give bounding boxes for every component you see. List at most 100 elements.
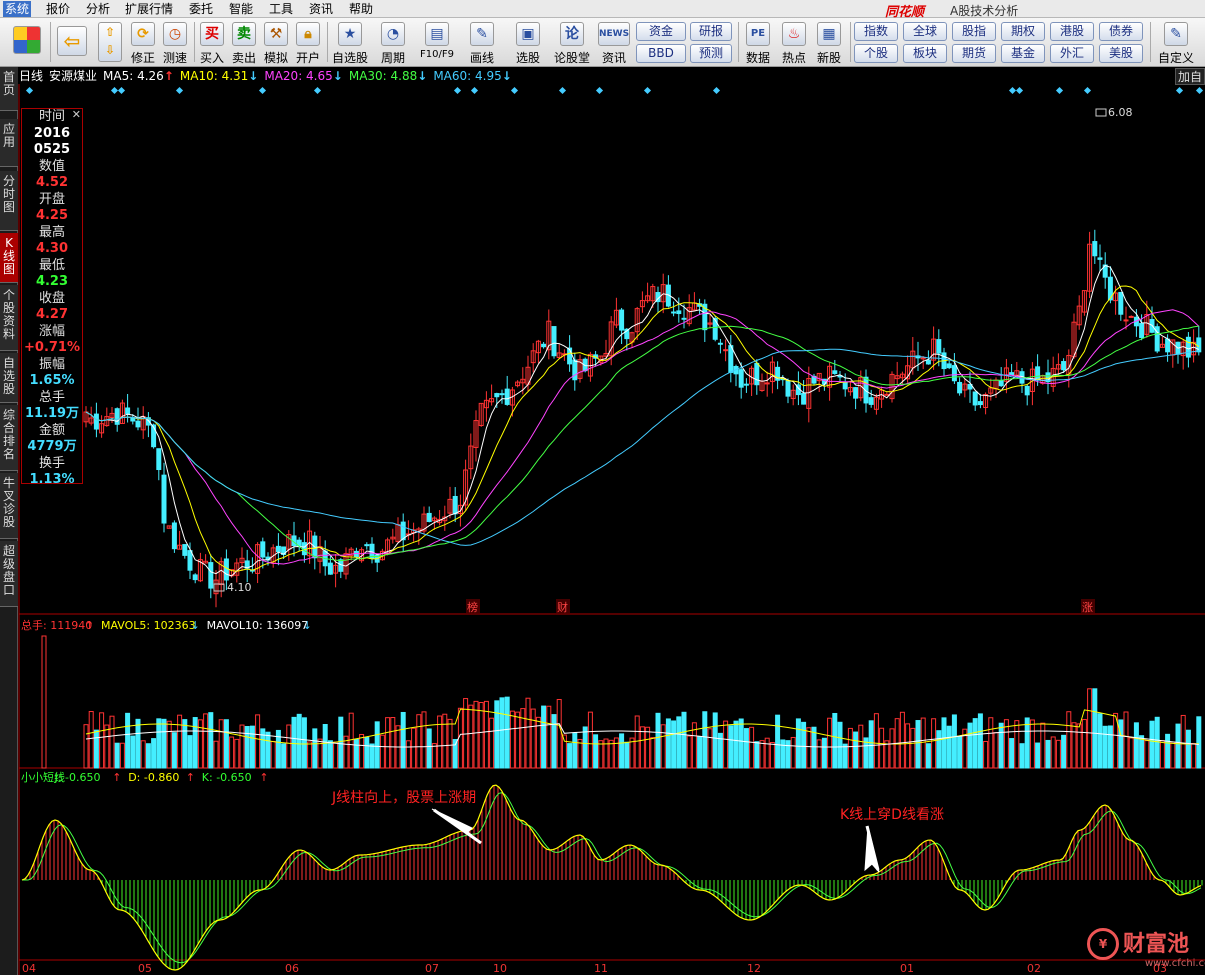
pill-index[interactable]: 指数 (854, 22, 898, 41)
info-label: 最高 (38, 224, 65, 240)
candle-body (977, 401, 983, 406)
event-diamond-icon (117, 86, 126, 95)
draw-line-button[interactable]: ✎ 画线 (462, 21, 502, 65)
kdj-legend: D: -0.860 (128, 771, 179, 784)
volume-bar (1128, 737, 1134, 769)
speedtest-button[interactable]: ◷ 测速 (160, 21, 190, 65)
volume-bar (333, 741, 339, 769)
volume-bar (806, 727, 812, 769)
volume-bar (988, 717, 994, 769)
open-account-button[interactable]: 🔒︎ 开户 (293, 21, 323, 65)
candle-body (171, 522, 177, 550)
pill-bonds[interactable]: 债券 (1099, 22, 1143, 41)
refresh-icon: ⟳ (131, 22, 155, 46)
revise-button[interactable]: ⟳ 修正 (128, 21, 158, 65)
volume-bar (1040, 722, 1046, 769)
candle-body (275, 545, 281, 553)
pill-stock-index[interactable]: 股指 (952, 22, 996, 41)
candle-body (494, 393, 500, 398)
pill-us-stock[interactable]: 美股 (1099, 44, 1143, 63)
candle-body (93, 413, 99, 430)
volume-bar (379, 734, 385, 769)
custom-button[interactable]: ✎ 自定义 (1155, 21, 1197, 65)
kdj-legend-arrow: ↑ (186, 771, 195, 784)
add-watchlist-button[interactable]: 加自 (1175, 68, 1205, 85)
pill-hk-stock[interactable]: 港股 (1050, 22, 1094, 41)
pill-sector[interactable]: 板块 (903, 44, 947, 63)
pill-forex[interactable]: 外汇 (1050, 44, 1094, 63)
pen-icon: ✎ (470, 22, 494, 46)
data-button[interactable]: PE 数据 (742, 21, 774, 65)
hot-button[interactable]: ♨ 热点 (778, 21, 810, 65)
back-arrow-icon: ⇦ (57, 26, 87, 56)
volume-bar (655, 712, 661, 769)
menu-help[interactable]: 帮助 (347, 1, 375, 17)
menu-tools[interactable]: 工具 (267, 1, 295, 17)
x-axis-label: 02 (1027, 962, 1041, 975)
pill-stock[interactable]: 个股 (854, 44, 898, 63)
back-button[interactable]: ⇦ (55, 21, 89, 65)
menu-system[interactable]: 系统 (3, 1, 32, 17)
pill-fund[interactable]: 资金 (636, 22, 686, 41)
select-stock-button[interactable]: ▣ 选股 (508, 21, 548, 65)
watchlist-button[interactable]: ★ 自选股 (330, 21, 370, 65)
volume-bar (156, 718, 162, 769)
volume-bar (707, 728, 713, 769)
simulate-button[interactable]: ⚒ 模拟 (261, 21, 291, 65)
volume-bar (327, 740, 333, 769)
pill-forecast[interactable]: 预测 (690, 44, 732, 63)
volume-bar (1066, 711, 1072, 769)
pill-bbd[interactable]: BBD (636, 44, 686, 63)
volume-bar (489, 717, 495, 769)
kline-chart[interactable]: 6.084.10榜财涨总手: 111940↑ MAVOL5: 102363↓ MAV… (0, 84, 1205, 975)
pill-research[interactable]: 研报 (690, 22, 732, 41)
ma10-label: MA10: 4.31↓ (179, 69, 259, 83)
up-down-button[interactable]: ⇧ ⇩ (96, 21, 124, 65)
volume-bar (525, 697, 531, 769)
f10-button[interactable]: ▤ F10/F9 (416, 21, 458, 65)
close-icon[interactable]: ✕ (72, 108, 81, 121)
watermark-name: 财富池 (1123, 932, 1190, 957)
hammer-icon: ⚒ (264, 22, 288, 46)
candle-body (671, 311, 677, 314)
pill-funds[interactable]: 基金 (1001, 44, 1045, 63)
low-price-label: 4.10 (227, 581, 252, 594)
menu-order[interactable]: 委托 (187, 1, 215, 17)
info-label: 振幅 (38, 356, 65, 372)
menu-info[interactable]: 资讯 (307, 1, 335, 17)
volume-bar (899, 711, 905, 769)
pill-futures[interactable]: 期货 (952, 44, 996, 63)
menu-analysis[interactable]: 分析 (84, 1, 112, 17)
buy-button[interactable]: 买 买入 (197, 21, 227, 65)
period-button[interactable]: ◔ 周期 (374, 21, 412, 65)
volume-bar (1159, 740, 1165, 769)
pill-options[interactable]: 期权 (1001, 22, 1045, 41)
grid-button[interactable] (8, 21, 46, 65)
event-diamond-icon (1195, 86, 1204, 95)
volume-bar (187, 735, 193, 769)
sell-button[interactable]: 卖 卖出 (229, 21, 259, 65)
volume-bar (1175, 723, 1181, 769)
volume-bar (114, 742, 120, 769)
forum-button[interactable]: 论 论股堂 (552, 21, 592, 65)
pill-global[interactable]: 全球 (903, 22, 947, 41)
volume-bar (437, 715, 443, 769)
volume-bar (1191, 742, 1197, 769)
volume-bar (759, 740, 765, 769)
candle-body (161, 474, 167, 524)
info-value: 11.19万 (24, 406, 80, 421)
volume-bar (130, 735, 136, 769)
event-diamond-icon (558, 86, 567, 95)
candle-body (1139, 322, 1145, 339)
info-value: 1.13% (29, 472, 75, 487)
x-axis-label: 06 (285, 962, 299, 975)
info-label: 最低 (38, 257, 65, 273)
news-button[interactable]: NEWS 资讯 (596, 21, 632, 65)
volume-bar (931, 718, 937, 769)
candle-body (1097, 257, 1103, 260)
volume-bar (697, 736, 703, 769)
menu-extended-quote[interactable]: 扩展行情 (123, 1, 175, 17)
menu-quote[interactable]: 报价 (44, 1, 72, 17)
menu-smart[interactable]: 智能 (227, 1, 255, 17)
new-stock-button[interactable]: ▦ 新股 (813, 21, 845, 65)
